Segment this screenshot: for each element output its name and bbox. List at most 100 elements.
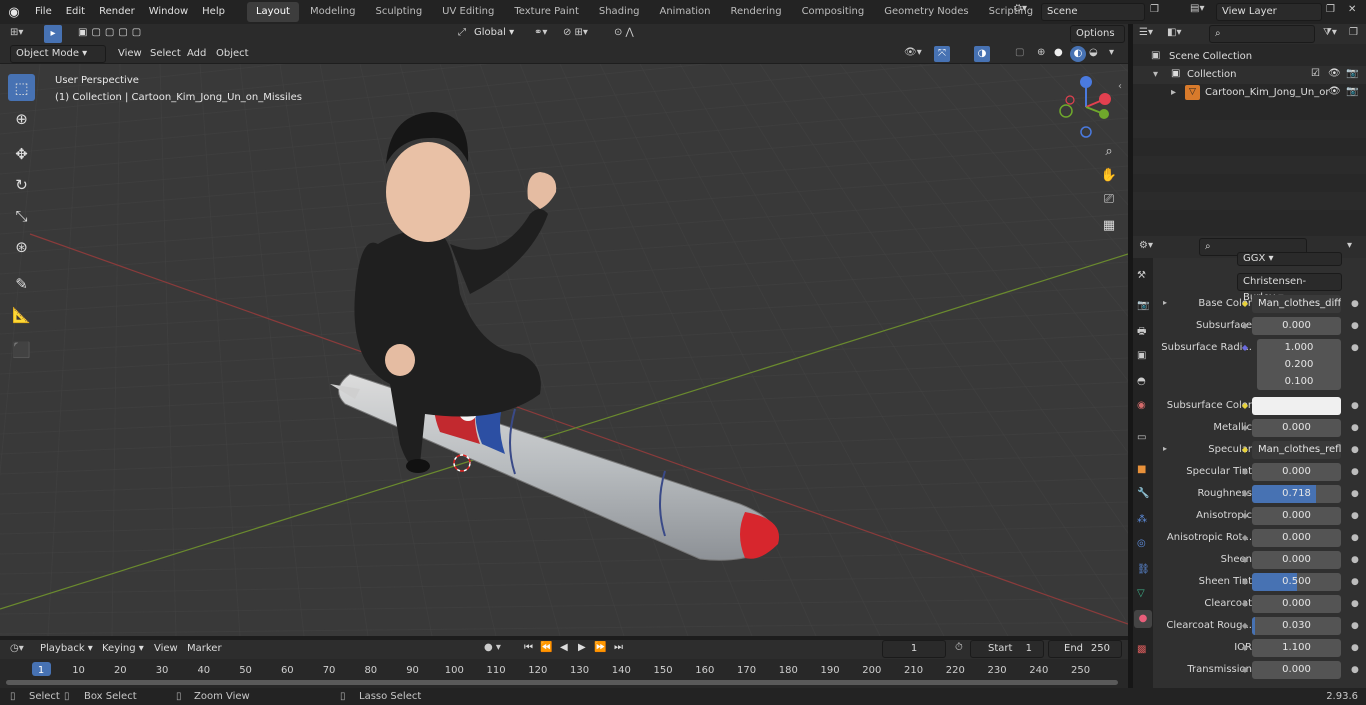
shading-wire-icon[interactable]: ⊕ (1037, 47, 1045, 58)
tab-uv-editing[interactable]: UV Editing (433, 2, 503, 22)
timeline-menu-playback[interactable]: Playback ▾ (40, 643, 93, 654)
slider-field[interactable]: 1.100 (1252, 639, 1341, 657)
camera-icon[interactable]: 📷 (1346, 86, 1358, 97)
transform-orientation-dropdown[interactable]: Global ▾ (474, 27, 514, 38)
keyframe-icon[interactable]: ● (1351, 343, 1359, 353)
color-swatch[interactable] (1252, 397, 1341, 415)
tab-animation[interactable]: Animation (651, 2, 720, 22)
slider-field[interactable]: 0.000 (1252, 463, 1341, 481)
mode-dropdown[interactable]: Object Mode ▾ (10, 45, 106, 63)
stopwatch-icon[interactable]: ⏱ (955, 642, 963, 653)
shading-solid-icon[interactable]: ● (1054, 47, 1063, 58)
annotate-tool[interactable]: ✎ (8, 270, 35, 297)
expand-arrow-icon[interactable]: ▸ (1163, 444, 1167, 453)
socket-icon[interactable]: ◆ (1241, 402, 1249, 410)
jump-end-icon[interactable]: ⏭ (614, 642, 623, 653)
select-tool-icon[interactable]: ▸ (44, 25, 62, 43)
jump-key-back-icon[interactable]: ⏪ (540, 642, 552, 653)
measure-tool[interactable]: 📐 (8, 301, 35, 328)
socket-icon[interactable]: ◆ (1241, 666, 1249, 674)
outliner-search-input[interactable]: ⌕ (1209, 25, 1315, 43)
viewport-menu-add[interactable]: Add (183, 46, 210, 62)
world-tab-icon[interactable]: ◉ (1137, 400, 1146, 411)
record-icon[interactable]: ● ▾ (484, 642, 501, 653)
properties-editor-icon[interactable]: ⚙▾ (1139, 240, 1153, 251)
slider-field[interactable]: 0.030 (1252, 617, 1341, 635)
socket-icon[interactable]: ◆ (1241, 512, 1249, 520)
scale-tool[interactable]: ⤡ (8, 202, 35, 229)
editor-type-icon[interactable]: ⊞▾ (10, 27, 23, 38)
menu-file[interactable]: File (28, 0, 59, 24)
keyframe-icon[interactable]: ● (1351, 401, 1359, 411)
shading-options-icon[interactable]: ▾ (1109, 47, 1114, 58)
tab-layout[interactable]: Layout (246, 2, 299, 22)
navigation-gizmo[interactable] (1056, 72, 1116, 142)
options-dropdown[interactable]: Options ▾ (1070, 25, 1125, 55)
menu-edit[interactable]: Edit (59, 0, 92, 24)
keyframe-icon[interactable]: ● (1351, 489, 1359, 499)
vector-field[interactable]: 0.200 (1257, 356, 1341, 373)
keyframe-icon[interactable]: ● (1351, 533, 1359, 543)
collection-tab-icon[interactable]: ▭ (1137, 432, 1146, 443)
socket-icon[interactable]: ◆ (1241, 446, 1249, 454)
current-frame-field[interactable]: 1 (882, 640, 946, 658)
outliner-row-object[interactable]: ▸ ▽ Cartoon_Kim_Jong_Un_or 👁 📷 (1133, 84, 1366, 102)
visibility-icon[interactable]: 👁▾ (904, 47, 922, 58)
keyframe-icon[interactable]: ● (1351, 321, 1359, 331)
scene-tab-icon[interactable]: ◓ (1137, 376, 1146, 387)
menu-window[interactable]: Window (142, 0, 195, 24)
new-view-layer-icon[interactable]: ❐ (1326, 4, 1335, 15)
viewport-menu-view[interactable]: View (114, 46, 146, 62)
keyframe-icon[interactable]: ● (1351, 299, 1359, 309)
keyframe-icon[interactable]: ● (1351, 511, 1359, 521)
tab-texture-paint[interactable]: Texture Paint (505, 2, 588, 22)
socket-icon[interactable]: ◆ (1241, 644, 1249, 652)
properties-options-icon[interactable]: ▾ (1347, 240, 1352, 251)
slider-field[interactable]: 0.000 (1252, 507, 1341, 525)
sidebar-toggle-icon[interactable]: ‹ (1118, 81, 1122, 92)
view-layer-icon[interactable]: ▤▾ (1190, 3, 1204, 14)
filter-icon[interactable]: ⧩▾ (1323, 27, 1337, 38)
render-tab-icon[interactable]: 📷 (1137, 300, 1149, 311)
keyframe-icon[interactable]: ● (1351, 555, 1359, 565)
outliner-row-collection[interactable]: ▾ ▣ Collection ☑ 👁 📷 (1133, 66, 1366, 84)
shading-material-icon[interactable]: ◐ (1070, 46, 1086, 62)
pan-hand-icon[interactable]: ✋ (1099, 166, 1119, 186)
data-tab-icon[interactable]: ▽ (1137, 588, 1145, 599)
socket-icon[interactable]: ◆ (1241, 600, 1249, 608)
keyframe-icon[interactable]: ● (1351, 665, 1359, 675)
timeline-menu-view[interactable]: View (154, 643, 178, 654)
slider-field[interactable]: 0.000 (1252, 419, 1341, 437)
proportional-edit-icon[interactable]: ⊙ ⋀ (614, 27, 634, 38)
display-mode-icon[interactable]: ◧▾ (1167, 27, 1181, 38)
slider-field[interactable]: 0.000 (1252, 551, 1341, 569)
transform-tool[interactable]: ⊛ (8, 233, 35, 260)
view-layer-tab-icon[interactable]: ▣ (1137, 350, 1146, 361)
eye-icon[interactable]: 👁 (1328, 86, 1341, 97)
menu-render[interactable]: Render (92, 0, 142, 24)
menu-help[interactable]: Help (195, 0, 232, 24)
socket-icon[interactable]: ◆ (1241, 578, 1249, 586)
view-layer-field[interactable]: View Layer (1216, 3, 1322, 21)
camera-view-icon[interactable]: ⎚ (1099, 190, 1119, 210)
socket-icon[interactable]: ◆ (1241, 344, 1249, 352)
tab-scripting[interactable]: Scripting (980, 2, 1042, 22)
3d-viewport[interactable]: User Perspective (1) Collection | Cartoo… (0, 64, 1128, 636)
play-icon[interactable]: ▶ (578, 642, 586, 653)
vector-field[interactable]: 0.100 (1257, 373, 1341, 390)
blender-logo-icon[interactable]: ◉ (0, 5, 28, 20)
camera-icon[interactable]: 📷 (1346, 68, 1358, 79)
tab-rendering[interactable]: Rendering (721, 2, 790, 22)
socket-icon[interactable]: ◆ (1241, 490, 1249, 498)
viewport-menu-object[interactable]: Object (212, 46, 253, 62)
object-tab-icon[interactable]: ■ (1137, 464, 1146, 475)
zoom-icon[interactable]: ⌕ (1099, 142, 1119, 162)
constraints-tab-icon[interactable]: ⛓ (1137, 564, 1150, 575)
tab-shading[interactable]: Shading (590, 2, 649, 22)
snap-icon[interactable]: ⊘ ⊞▾ (563, 27, 588, 38)
slider-field[interactable]: 0.000 (1252, 317, 1341, 335)
linked-texture-field[interactable]: Man_clothes_reflecti... (1252, 441, 1341, 459)
remove-view-layer-icon[interactable]: ✕ (1348, 4, 1356, 15)
slider-field[interactable]: 0.000 (1252, 595, 1341, 613)
tab-compositing[interactable]: Compositing (793, 2, 874, 22)
